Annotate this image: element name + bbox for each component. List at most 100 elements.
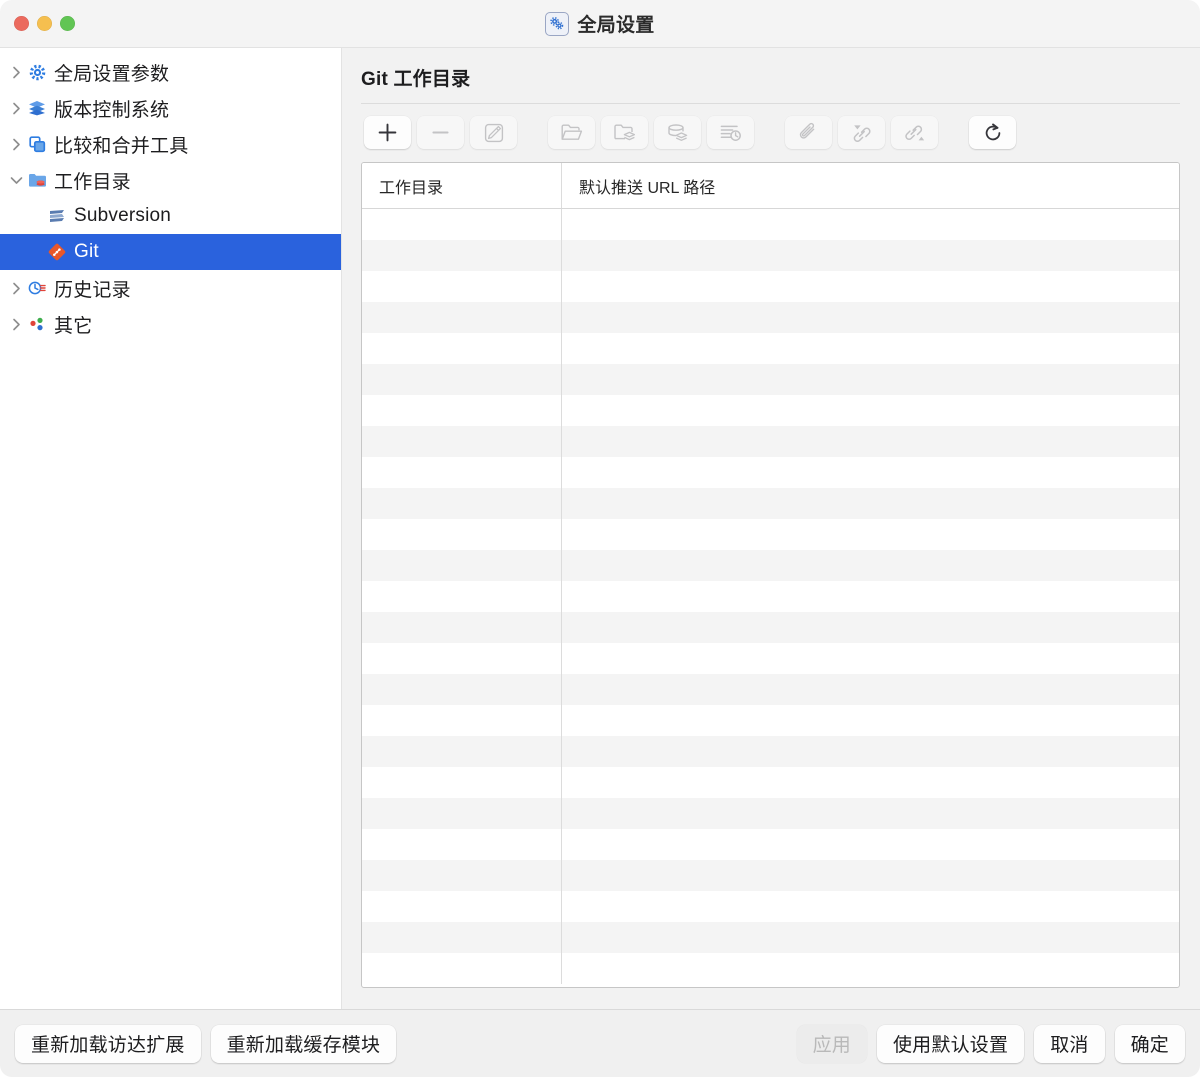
- table-cell-push-url: [561, 395, 1179, 426]
- title-bar: 全局设置: [0, 0, 1200, 48]
- table-row[interactable]: [362, 333, 1179, 364]
- sidebar-item-label: 比较和合并工具: [54, 135, 189, 157]
- folder-open-icon: [560, 122, 583, 143]
- sidebar-item-other[interactable]: 其它: [0, 306, 341, 342]
- table-cell-push-url: [561, 922, 1179, 953]
- table-cell-path: [362, 736, 561, 767]
- window-body: 全局设置参数 版本控制系统 比较和合并工具 工作目录 Subversion Gi…: [0, 48, 1200, 1009]
- folder-repo-button[interactable]: [601, 116, 648, 149]
- table-column-header-path[interactable]: 工作目录: [362, 163, 561, 208]
- table-cell-path: [362, 829, 561, 860]
- log-history-button[interactable]: [707, 116, 754, 149]
- sidebar-item-history[interactable]: 历史记录: [0, 270, 341, 306]
- pencil-square-icon: [483, 122, 505, 144]
- add-button[interactable]: [364, 116, 411, 149]
- chevron-down-icon[interactable]: [6, 176, 26, 185]
- open-folder-button[interactable]: [548, 116, 595, 149]
- sidebar-item-subversion[interactable]: Subversion: [0, 198, 341, 234]
- link-push-button[interactable]: [891, 116, 938, 149]
- table-row[interactable]: [362, 302, 1179, 333]
- table-row[interactable]: [362, 240, 1179, 271]
- table-row[interactable]: [362, 364, 1179, 395]
- refresh-button[interactable]: [969, 116, 1016, 149]
- maximize-button[interactable]: [60, 16, 75, 31]
- sidebar-item-working-copies[interactable]: 工作目录: [0, 162, 341, 198]
- table-row[interactable]: [362, 705, 1179, 736]
- table-row[interactable]: [362, 922, 1179, 953]
- table-row[interactable]: [362, 519, 1179, 550]
- remove-button[interactable]: [417, 116, 464, 149]
- window-title: 全局设置: [577, 15, 655, 36]
- table-row[interactable]: [362, 426, 1179, 457]
- repository-button[interactable]: [654, 116, 701, 149]
- table-cell-push-url: [561, 767, 1179, 798]
- cancel-button[interactable]: 取消: [1034, 1024, 1105, 1063]
- table-row[interactable]: [362, 798, 1179, 829]
- table-cell-path: [362, 953, 561, 984]
- table-row[interactable]: [362, 736, 1179, 767]
- table-row[interactable]: [362, 457, 1179, 488]
- table-row[interactable]: [362, 829, 1179, 860]
- table-cell-path: [362, 581, 561, 612]
- table-row[interactable]: [362, 767, 1179, 798]
- attach-button[interactable]: [785, 116, 832, 149]
- use-defaults-button[interactable]: 使用默认设置: [876, 1024, 1025, 1063]
- edit-button[interactable]: [470, 116, 517, 149]
- table-cell-path: [362, 860, 561, 891]
- table-cell-path: [362, 240, 561, 271]
- sidebar-item-version-control[interactable]: 版本控制系统: [0, 90, 341, 126]
- title-divider: [361, 103, 1180, 104]
- table-body[interactable]: [362, 209, 1179, 987]
- table-row[interactable]: [362, 674, 1179, 705]
- table-cell-path: [362, 302, 561, 333]
- minimize-button[interactable]: [37, 16, 52, 31]
- table-row[interactable]: [362, 395, 1179, 426]
- table-cell-push-url: [561, 643, 1179, 674]
- table-row[interactable]: [362, 581, 1179, 612]
- table-cell-path: [362, 488, 561, 519]
- minus-icon: [430, 122, 451, 143]
- table-cell-push-url: [561, 426, 1179, 457]
- sidebar-item-git[interactable]: Git: [0, 234, 341, 270]
- database-stack-icon: [666, 122, 689, 143]
- table-row[interactable]: [362, 891, 1179, 922]
- table-cell-path: [362, 612, 561, 643]
- link-pull-button[interactable]: [838, 116, 885, 149]
- table-cell-push-url: [561, 953, 1179, 984]
- git-icon: [46, 242, 68, 262]
- table-row[interactable]: [362, 953, 1179, 984]
- folder-db-icon: [26, 170, 48, 190]
- settings-window: 全局设置 全局设置参数 版本控制系统 比较和合并工具 工作目录 Subversi…: [0, 0, 1200, 1077]
- table-row[interactable]: [362, 488, 1179, 519]
- chevron-right-icon[interactable]: [6, 138, 26, 151]
- paperclip-icon: [798, 122, 820, 144]
- table-row[interactable]: [362, 271, 1179, 302]
- reload-finder-extension-button[interactable]: 重新加载访达扩展: [15, 1024, 201, 1063]
- window-title-group: 全局设置: [0, 0, 1200, 47]
- table-cell-path: [362, 891, 561, 922]
- sidebar-item-compare-merge-tools[interactable]: 比较和合并工具: [0, 126, 341, 162]
- page-title: Git 工作目录: [361, 69, 471, 90]
- reload-cache-module-button[interactable]: 重新加载缓存模块: [210, 1024, 397, 1063]
- layers-icon: [26, 98, 48, 118]
- table-cell-path: [362, 426, 561, 457]
- table-row[interactable]: [362, 209, 1179, 240]
- chevron-right-icon[interactable]: [6, 318, 26, 331]
- sidebar-item-label: 版本控制系统: [54, 99, 170, 121]
- table-row[interactable]: [362, 643, 1179, 674]
- apply-button[interactable]: 应用: [796, 1024, 867, 1063]
- chevron-right-icon[interactable]: [6, 102, 26, 115]
- close-button[interactable]: [14, 16, 29, 31]
- table-cell-path: [362, 209, 561, 240]
- settings-sidebar: 全局设置参数 版本控制系统 比较和合并工具 工作目录 Subversion Gi…: [0, 48, 342, 1009]
- chevron-right-icon[interactable]: [6, 282, 26, 295]
- gear-icon: [26, 62, 48, 82]
- table-row[interactable]: [362, 612, 1179, 643]
- sidebar-item-label: Git: [74, 241, 99, 262]
- chevron-right-icon[interactable]: [6, 66, 26, 79]
- table-column-header-push-url[interactable]: 默认推送 URL 路径: [561, 163, 1179, 208]
- sidebar-item-global-settings[interactable]: 全局设置参数: [0, 54, 341, 90]
- table-row[interactable]: [362, 550, 1179, 581]
- table-row[interactable]: [362, 860, 1179, 891]
- ok-button[interactable]: 确定: [1114, 1024, 1185, 1063]
